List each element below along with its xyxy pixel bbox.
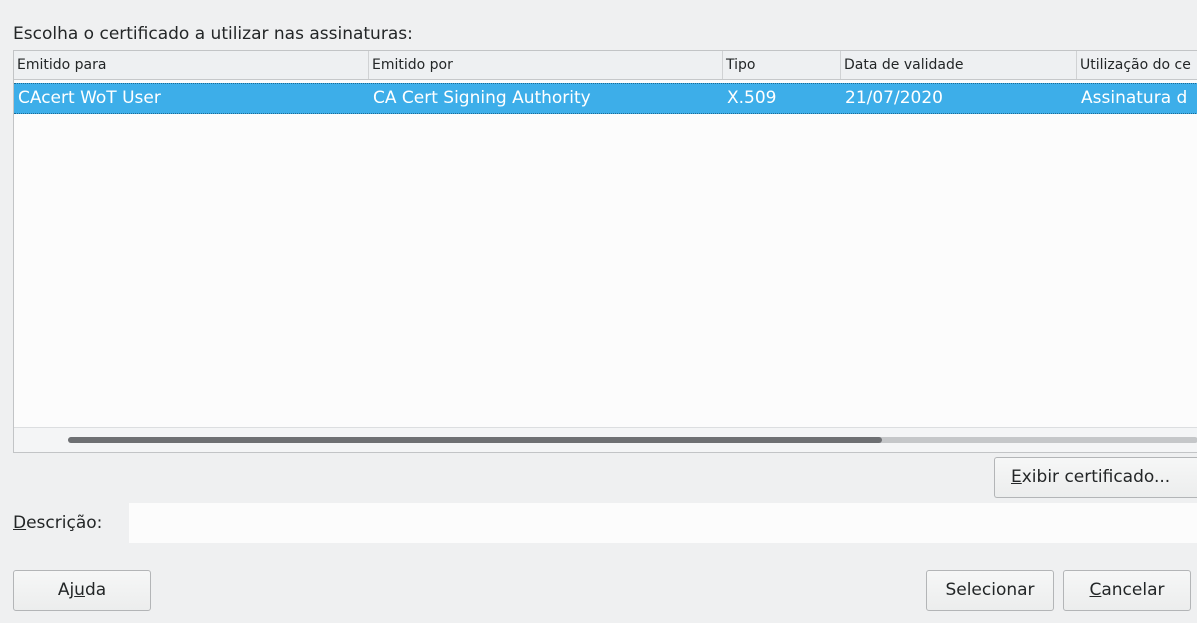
table-row[interactable]: CAcert WoT User CA Cert Signing Authorit… xyxy=(14,83,1197,114)
view-certificate-label: xibir certificado... xyxy=(1021,467,1171,487)
view-certificate-accel: E xyxy=(1011,467,1022,487)
column-header-certificate-usage[interactable]: Utilização do ce xyxy=(1077,51,1197,79)
table-header: Emitido para Emitido por Tipo Data de va… xyxy=(14,51,1197,80)
cell-issued-by: CA Cert Signing Authority xyxy=(373,88,591,108)
description-field[interactable] xyxy=(129,503,1197,543)
help-label-accel: u xyxy=(74,580,85,600)
column-header-issued-to[interactable]: Emitido para xyxy=(14,51,369,79)
cell-issued-to: CAcert WoT User xyxy=(18,88,161,108)
select-button[interactable]: Selecionar xyxy=(926,570,1054,611)
cancel-button[interactable]: Cancelar xyxy=(1063,570,1191,611)
description-label-text: escrição: xyxy=(26,513,103,533)
help-button[interactable]: Ajuda xyxy=(13,570,151,611)
column-header-type[interactable]: Tipo xyxy=(723,51,841,79)
scrollbar-thumb[interactable] xyxy=(68,437,882,443)
column-header-expiration-date[interactable]: Data de validade xyxy=(841,51,1077,79)
help-label-pre: Aj xyxy=(57,580,75,600)
certificate-selection-dialog: Escolha o certificado a utilizar nas ass… xyxy=(0,0,1197,623)
cancel-label-accel: C xyxy=(1089,580,1102,600)
column-header-issued-by[interactable]: Emitido por xyxy=(369,51,723,79)
cell-certificate-usage: Assinatura d xyxy=(1081,88,1188,108)
horizontal-scrollbar[interactable] xyxy=(14,427,1197,452)
certificate-table[interactable]: Emitido para Emitido por Tipo Data de va… xyxy=(13,50,1197,453)
help-label-post: da xyxy=(84,580,107,600)
cell-expiration-date: 21/07/2020 xyxy=(845,88,943,108)
view-certificate-button[interactable]: Exibir certificado... xyxy=(994,457,1197,498)
cancel-label: ancelar xyxy=(1101,580,1165,600)
dialog-prompt: Escolha o certificado a utilizar nas ass… xyxy=(13,24,413,44)
description-label: Descrição: xyxy=(13,511,102,535)
cell-type: X.509 xyxy=(727,88,777,108)
description-label-accel: D xyxy=(13,513,27,533)
